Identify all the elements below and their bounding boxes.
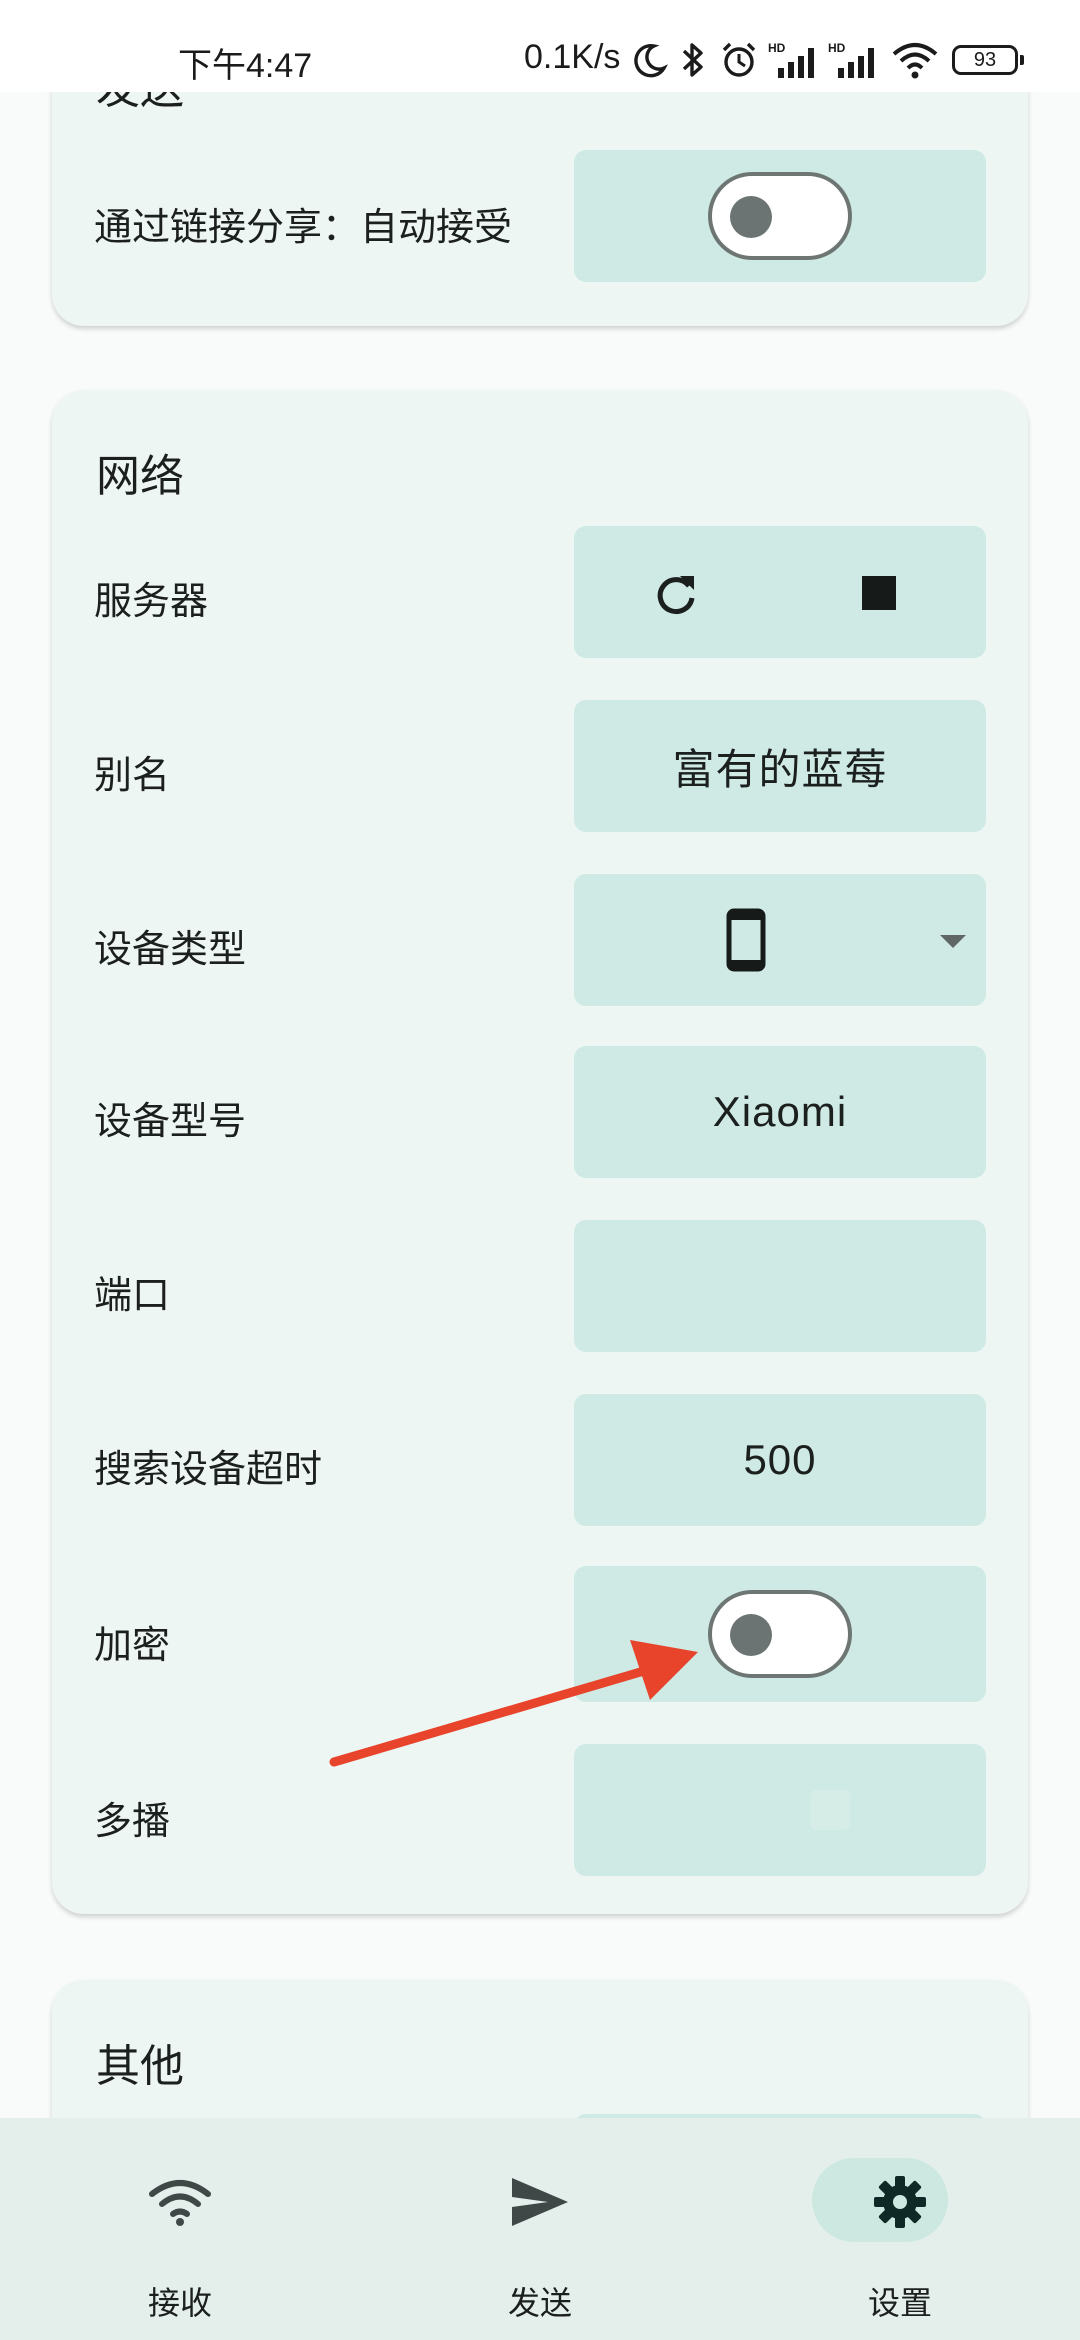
discovery-timeout-value: 500 — [743, 1436, 817, 1483]
dropdown-arrow-icon — [940, 935, 966, 948]
battery-icon: 93 — [952, 45, 1024, 75]
encryption-switch[interactable] — [708, 1590, 852, 1678]
server-label: 服务器 — [94, 579, 209, 623]
alias-label: 别名 — [94, 753, 171, 797]
discovery-timeout-label: 搜索设备超时 — [94, 1447, 323, 1491]
multicast-control[interactable] — [574, 1744, 986, 1876]
encryption-control[interactable] — [574, 1566, 986, 1702]
encryption-label: 加密 — [94, 1623, 171, 1667]
network-speed: 0.1K/s — [524, 38, 621, 76]
other-title: 其他 — [96, 2041, 184, 2092]
svg-text:HD: HD — [828, 41, 846, 55]
port-field[interactable] — [574, 1220, 986, 1352]
device-type-label: 设备类型 — [94, 927, 247, 971]
switch-thumb — [730, 196, 772, 238]
signal-hd-1-icon: HD — [768, 41, 814, 78]
nav-settings-label: 设置 — [867, 2284, 932, 2322]
svg-text:HD: HD — [768, 41, 786, 55]
smartphone-icon — [726, 908, 766, 972]
switch-thumb — [730, 1614, 772, 1656]
nav-settings[interactable]: 设置 — [720, 2118, 1080, 2340]
stop-server-icon[interactable] — [862, 576, 896, 610]
multicast-checkbox[interactable] — [810, 1790, 850, 1830]
port-label: 端口 — [94, 1273, 171, 1317]
server-control — [574, 526, 986, 658]
share-via-link-label: 通过链接分享：自动接受 — [94, 205, 513, 249]
alias-value: 富有的蓝莓 — [672, 744, 888, 794]
alias-field[interactable]: 富有的蓝莓 — [574, 700, 986, 832]
multicast-label: 多播 — [94, 1799, 171, 1843]
bottom-navigation: 接收 发送 设置 — [0, 2118, 1080, 2340]
status-bar: 下午4:47 0.1K/s HD HD 93 — [0, 0, 1080, 92]
wifi-status-icon — [892, 43, 938, 79]
device-type-dropdown[interactable] — [574, 874, 986, 1006]
status-time: 下午4:47 — [178, 47, 313, 85]
bluetooth-icon — [682, 43, 703, 77]
nav-receive-label: 接收 — [147, 2284, 212, 2322]
send-icon — [512, 2178, 568, 2226]
nav-send[interactable]: 发送 — [360, 2118, 720, 2340]
share-via-link-switch[interactable] — [708, 172, 852, 260]
device-model-label: 设备型号 — [94, 1099, 247, 1143]
discovery-timeout-field[interactable]: 500 — [574, 1394, 986, 1526]
signal-hd-2-icon: HD — [828, 41, 874, 78]
nav-receive[interactable]: 接收 — [0, 2118, 360, 2340]
device-model-value: Xiaomi — [712, 1088, 848, 1135]
alarm-icon — [722, 42, 756, 77]
wifi-receive-icon — [149, 2180, 211, 2226]
restart-server-icon[interactable] — [652, 570, 700, 618]
nav-send-label: 发送 — [507, 2284, 572, 2322]
network-title: 网络 — [96, 451, 184, 502]
moon-icon — [634, 43, 669, 78]
device-model-field[interactable]: Xiaomi — [574, 1046, 986, 1178]
share-via-link-control[interactable] — [574, 150, 986, 282]
gear-icon — [874, 2176, 926, 2228]
settings-screen: 下午4:47 0.1K/s HD HD 93 通过链接分享：自动接受 网络 服务… — [0, 0, 1080, 2340]
